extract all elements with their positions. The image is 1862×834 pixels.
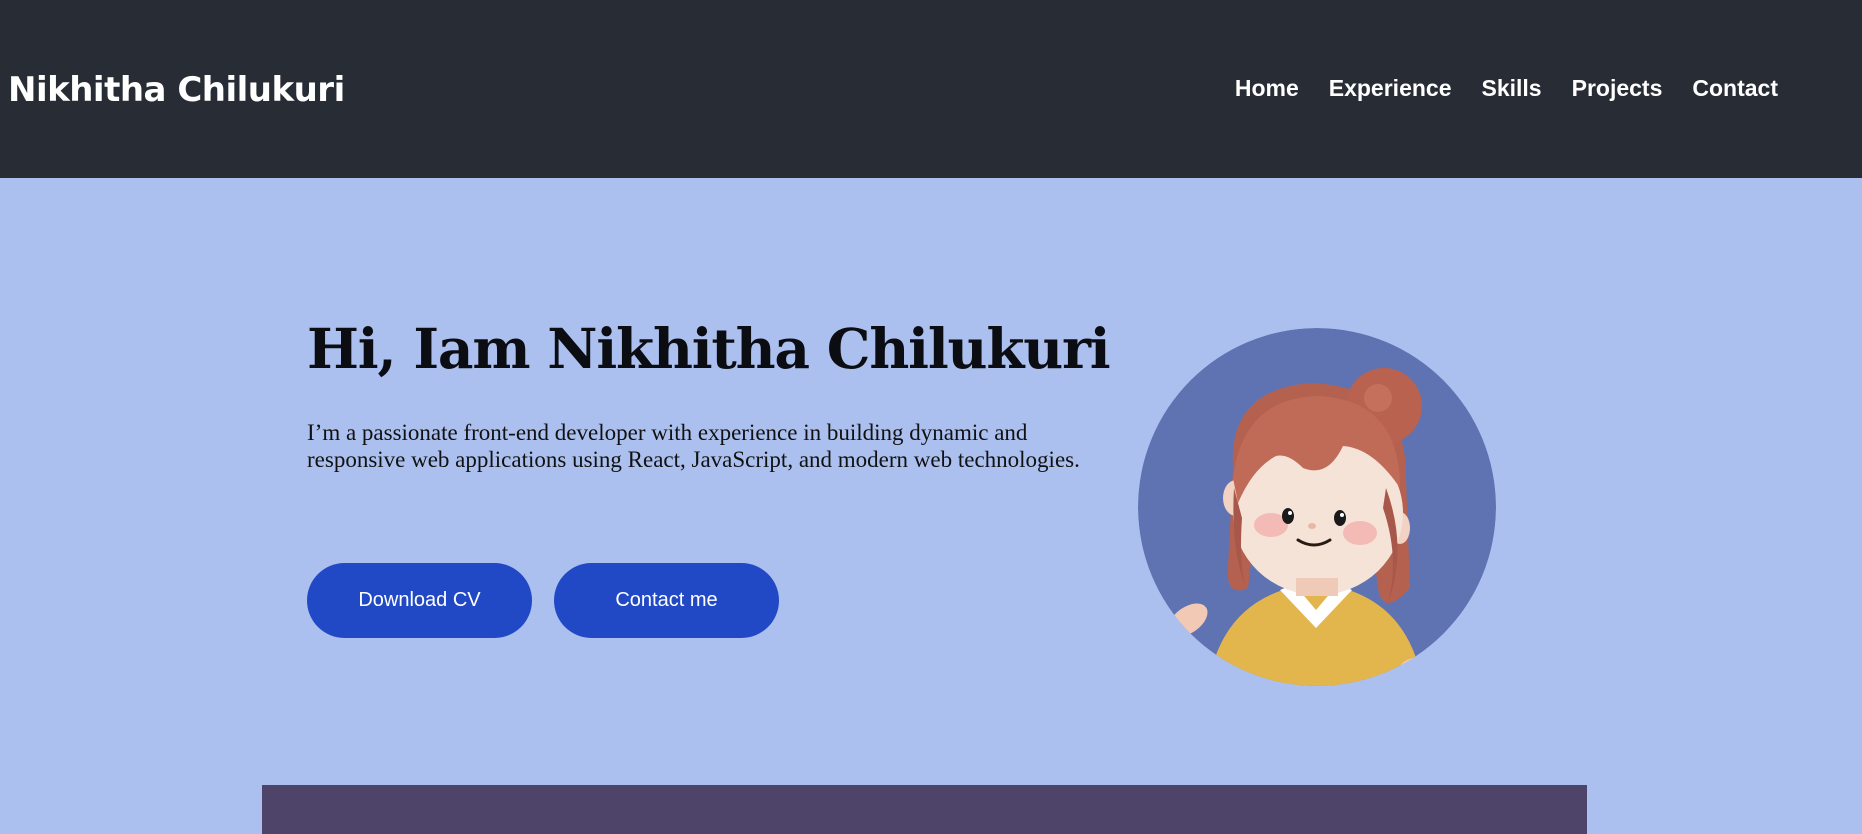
- nav-item-contact[interactable]: Contact: [1692, 72, 1778, 104]
- contact-me-button[interactable]: Contact me: [554, 563, 779, 638]
- nav-item-projects[interactable]: Projects: [1572, 72, 1663, 104]
- hero-description: I’m a passionate front-end developer wit…: [307, 420, 1080, 472]
- brand-logo-text[interactable]: Nikhitha Chilukuri: [8, 66, 345, 114]
- nav-links: Home Experience Skills Projects Contact: [1235, 72, 1778, 104]
- hero-title: Hi, Iam Nikhitha Chilukuri: [307, 316, 1111, 381]
- next-section-banner: [262, 785, 1587, 834]
- cartoon-girl-avatar-icon: [1138, 328, 1496, 686]
- nav-item-home[interactable]: Home: [1235, 72, 1299, 104]
- navbar: Nikhitha Chilukuri Home Experience Skill…: [0, 0, 1862, 178]
- hero-section: Hi, Iam Nikhitha Chilukuri I’m a passion…: [0, 178, 1862, 834]
- nav-item-skills[interactable]: Skills: [1482, 72, 1542, 104]
- nav-item-experience[interactable]: Experience: [1329, 72, 1452, 104]
- download-cv-button[interactable]: Download CV: [307, 563, 532, 638]
